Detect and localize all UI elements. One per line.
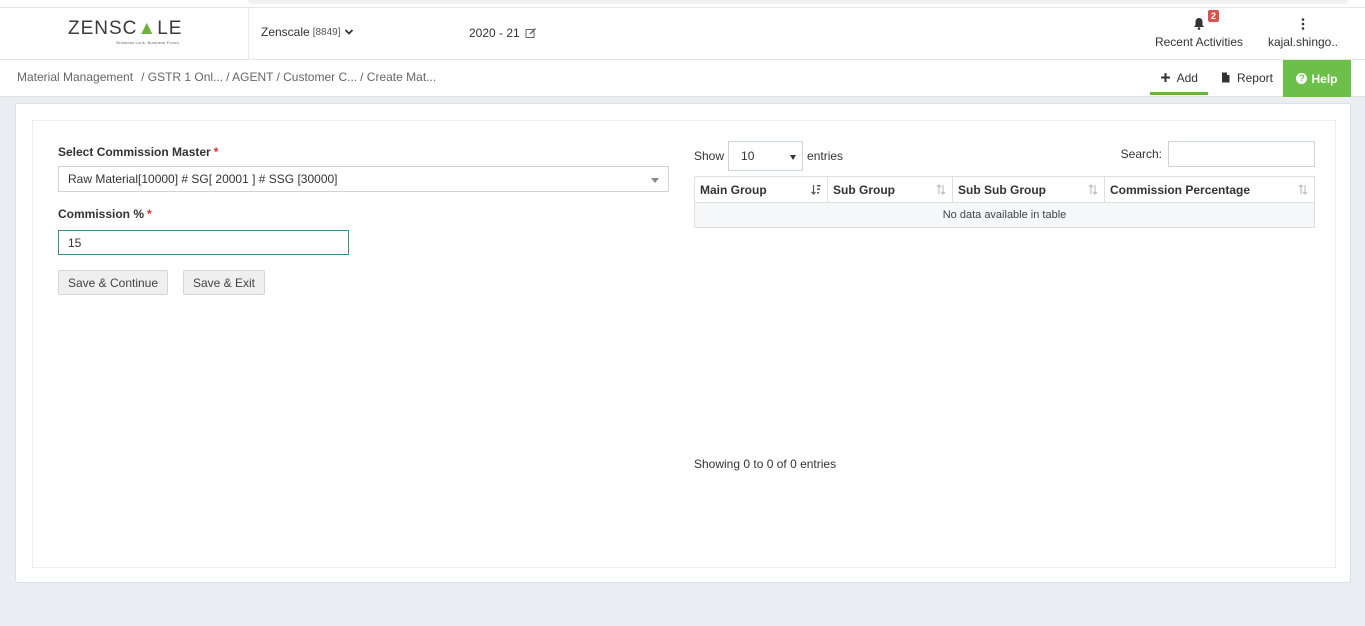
content-panel: Select Commission Master * Raw Material[1… [15, 103, 1351, 583]
save-exit-button[interactable]: Save & Exit [183, 270, 265, 295]
column-header-sub-group[interactable]: Sub Group [827, 176, 953, 203]
recent-activities-label: Recent Activities [1154, 35, 1244, 49]
recent-activities-button[interactable]: 2 Recent Activities [1150, 10, 1248, 54]
column-header-sub-sub-group[interactable]: Sub Sub Group [952, 176, 1105, 203]
question-circle-icon: ? [1296, 73, 1308, 84]
help-button[interactable]: ? Help [1283, 60, 1351, 97]
breadcrumb-item[interactable]: / GSTR 1 Onl... [141, 70, 223, 84]
notification-badge: 2 [1208, 10, 1220, 22]
table-info: Showing 0 to 0 of 0 entries [694, 457, 837, 471]
company-code: [8849] [312, 26, 341, 38]
top-strip [0, 0, 1365, 8]
empty-table-message: No data available in table [694, 202, 1315, 228]
logo-text: ZENSC [68, 18, 138, 39]
save-continue-button[interactable]: Save & Continue [58, 270, 168, 295]
fiscal-year-label: 2020 - 21 [469, 26, 520, 40]
caret-down-icon [651, 178, 659, 183]
app-header: ZENSC▲LE Business Look. Business Focus. … [0, 8, 1365, 60]
zenscale-logo[interactable]: ZENSC▲LE Business Look. Business Focus. [68, 18, 183, 49]
page-length-value: 10 [741, 149, 755, 163]
show-label: Show [694, 149, 725, 163]
search-label: Search: [1120, 147, 1162, 161]
breadcrumb-item[interactable]: / Customer C... [276, 70, 357, 84]
bell-icon [1194, 18, 1204, 30]
breadcrumb-item[interactable]: Material Management [17, 70, 133, 84]
add-button[interactable]: Add [1149, 60, 1208, 95]
page-length-control: Show 10 entries [694, 141, 843, 171]
commission-percent-label: Commission % * [58, 207, 152, 221]
content-inner: Select Commission Master * Raw Material[1… [32, 120, 1336, 568]
required-mark: * [147, 207, 152, 221]
breadcrumb-item[interactable]: / AGENT [226, 70, 273, 84]
commission-master-value: Raw Material[10000] # SG[ 20001 ] # SSG … [68, 172, 338, 186]
user-name: kajal.shingo.. [1267, 35, 1339, 49]
sort-ascending-icon [811, 185, 821, 195]
required-mark: * [213, 145, 219, 159]
chevron-down-icon [344, 29, 353, 35]
top-strip-bar [248, 0, 1348, 4]
more-vertical-icon [1301, 18, 1305, 30]
company-name: Zenscale [261, 25, 310, 39]
page-length-select[interactable]: 10 [728, 141, 804, 171]
company-selector[interactable]: Zenscale [8849] [261, 25, 354, 39]
sort-icon [936, 184, 946, 195]
sort-icon [1088, 184, 1098, 195]
commission-table: Main Group Sub Group Sub Sub Group Commi… [694, 176, 1315, 228]
file-icon [1221, 72, 1230, 83]
search-input[interactable] [1168, 141, 1315, 167]
help-label: Help [1311, 71, 1338, 86]
breadcrumb-item: / Create Mat... [360, 70, 437, 84]
column-header-main-group[interactable]: Main Group [694, 176, 828, 203]
sort-icon [1298, 184, 1308, 195]
plus-icon [1160, 73, 1170, 82]
report-button[interactable]: Report [1210, 60, 1283, 95]
sub-navigation-bar: Material Management / GSTR 1 Onl... / AG… [0, 60, 1365, 97]
user-menu[interactable]: kajal.shingo.. [1262, 14, 1344, 54]
commission-master-select[interactable]: Raw Material[10000] # SG[ 20001 ] # SSG … [58, 166, 669, 192]
column-header-commission-percentage[interactable]: Commission Percentage [1104, 176, 1315, 203]
caret-down-icon [790, 155, 797, 160]
fiscal-year-selector[interactable]: 2020 - 21 [469, 26, 537, 40]
breadcrumb: Material Management / GSTR 1 Onl... / AG… [17, 70, 436, 84]
page-actions: Add Report ? Help [1149, 60, 1351, 97]
add-label: Add [1176, 70, 1198, 85]
table-search: Search: [1121, 141, 1315, 167]
commission-master-label: Select Commission Master * [58, 145, 219, 159]
logo-text-end: LE [157, 18, 183, 39]
commission-percent-input[interactable] [58, 230, 349, 255]
logo-tagline: Business Look. Business Focus. [116, 40, 180, 45]
edit-icon[interactable] [525, 27, 537, 39]
header-divider [248, 8, 249, 60]
report-label: Report [1236, 70, 1273, 85]
entries-label: entries [807, 149, 844, 163]
table-row: No data available in table [694, 202, 1315, 228]
commission-form: Select Commission Master * Raw Material[1… [58, 145, 669, 295]
